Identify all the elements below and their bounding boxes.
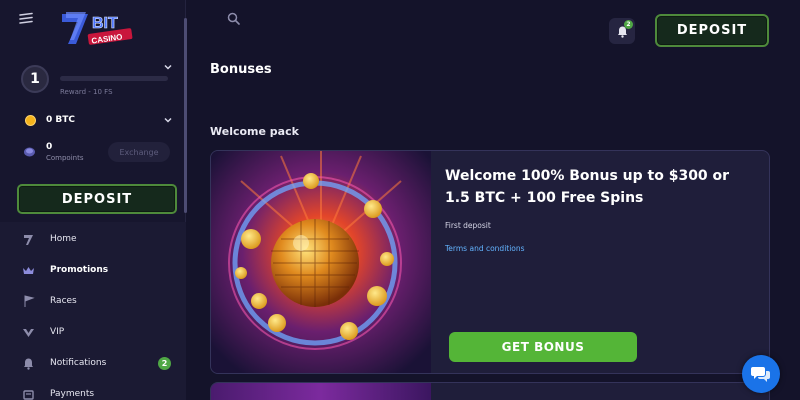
disco-ball-bonus-image: [211, 151, 431, 373]
sidebar-item-promotions[interactable]: Promotions: [0, 256, 186, 284]
welcome-bonus-card: Welcome 100% Bonus up to $300 or 1.5 BTC…: [210, 150, 770, 374]
sidebar-item-notifications[interactable]: Notifications 2: [0, 349, 186, 377]
sidebar-deposit-button[interactable]: DEPOSIT: [17, 184, 177, 214]
hamburger-menu-icon[interactable]: [19, 12, 33, 26]
level-number: 1: [30, 71, 40, 87]
chevron-down-icon[interactable]: [163, 62, 173, 72]
compoints-value: 0: [46, 142, 53, 152]
sidebar-item-label: Payments: [50, 389, 95, 399]
search-icon[interactable]: [227, 12, 240, 25]
sidebar-item-label: Home: [50, 234, 77, 244]
sidebar-item-vip[interactable]: VIP: [0, 318, 186, 346]
logo-text-top: BIT: [92, 15, 118, 32]
section-title: Welcome pack: [210, 125, 299, 138]
sidebar-scrollbar[interactable]: [184, 18, 187, 213]
level-badge: 1: [21, 65, 49, 93]
sidebar-item-label: VIP: [50, 327, 65, 337]
get-bonus-button[interactable]: GET BONUS: [449, 332, 637, 362]
sidebar-item-races[interactable]: Races: [0, 287, 186, 315]
terms-and-conditions-link[interactable]: Terms and conditions: [445, 244, 525, 253]
compoints-icon: [24, 147, 35, 157]
sidebar: BIT CASINO 1 Reward - 10 FS 0 BTC 0 Comp…: [0, 0, 187, 400]
sidebar-item-home[interactable]: Home: [0, 225, 186, 253]
sidebar-item-payments[interactable]: Payments: [0, 380, 186, 400]
chevron-down-icon[interactable]: [163, 115, 173, 125]
header-deposit-button[interactable]: DEPOSIT: [655, 14, 769, 47]
next-bonus-card: [210, 382, 770, 400]
notifications-count-badge: 2: [624, 20, 633, 29]
promotions-icon: [23, 266, 34, 274]
level-caption: Reward - 10 FS: [60, 88, 113, 96]
bitcasino-logo[interactable]: BIT CASINO: [58, 10, 138, 48]
exchange-button[interactable]: Exchange: [108, 142, 170, 162]
balance-value: 0 BTC: [46, 115, 75, 125]
bonus-subtitle: First deposit: [445, 221, 491, 230]
sidebar-item-label: Notifications: [50, 358, 107, 368]
btc-coin-icon: [25, 115, 36, 126]
level-progress-bar: [60, 76, 168, 81]
bell-icon: [24, 358, 33, 370]
notifications-count-badge: 2: [158, 356, 171, 370]
races-icon: [24, 294, 35, 307]
notifications-button[interactable]: 2: [609, 18, 635, 44]
sidebar-nav: Home Promotions Races VIP Notifications …: [0, 222, 186, 400]
vip-icon: [23, 328, 34, 337]
chat-bubbles-icon: [751, 367, 770, 382]
bonus-title: Welcome 100% Bonus up to $300 or 1.5 BTC…: [445, 168, 730, 206]
sidebar-item-label: Promotions: [50, 265, 109, 275]
page-title: Bonuses: [210, 62, 272, 77]
home-logo-icon: [24, 234, 33, 245]
compoints-label: Compoints: [46, 154, 84, 162]
live-chat-button[interactable]: [742, 355, 780, 393]
payments-icon: [23, 389, 34, 400]
next-bonus-image: [211, 383, 431, 400]
sidebar-item-label: Races: [50, 296, 77, 306]
